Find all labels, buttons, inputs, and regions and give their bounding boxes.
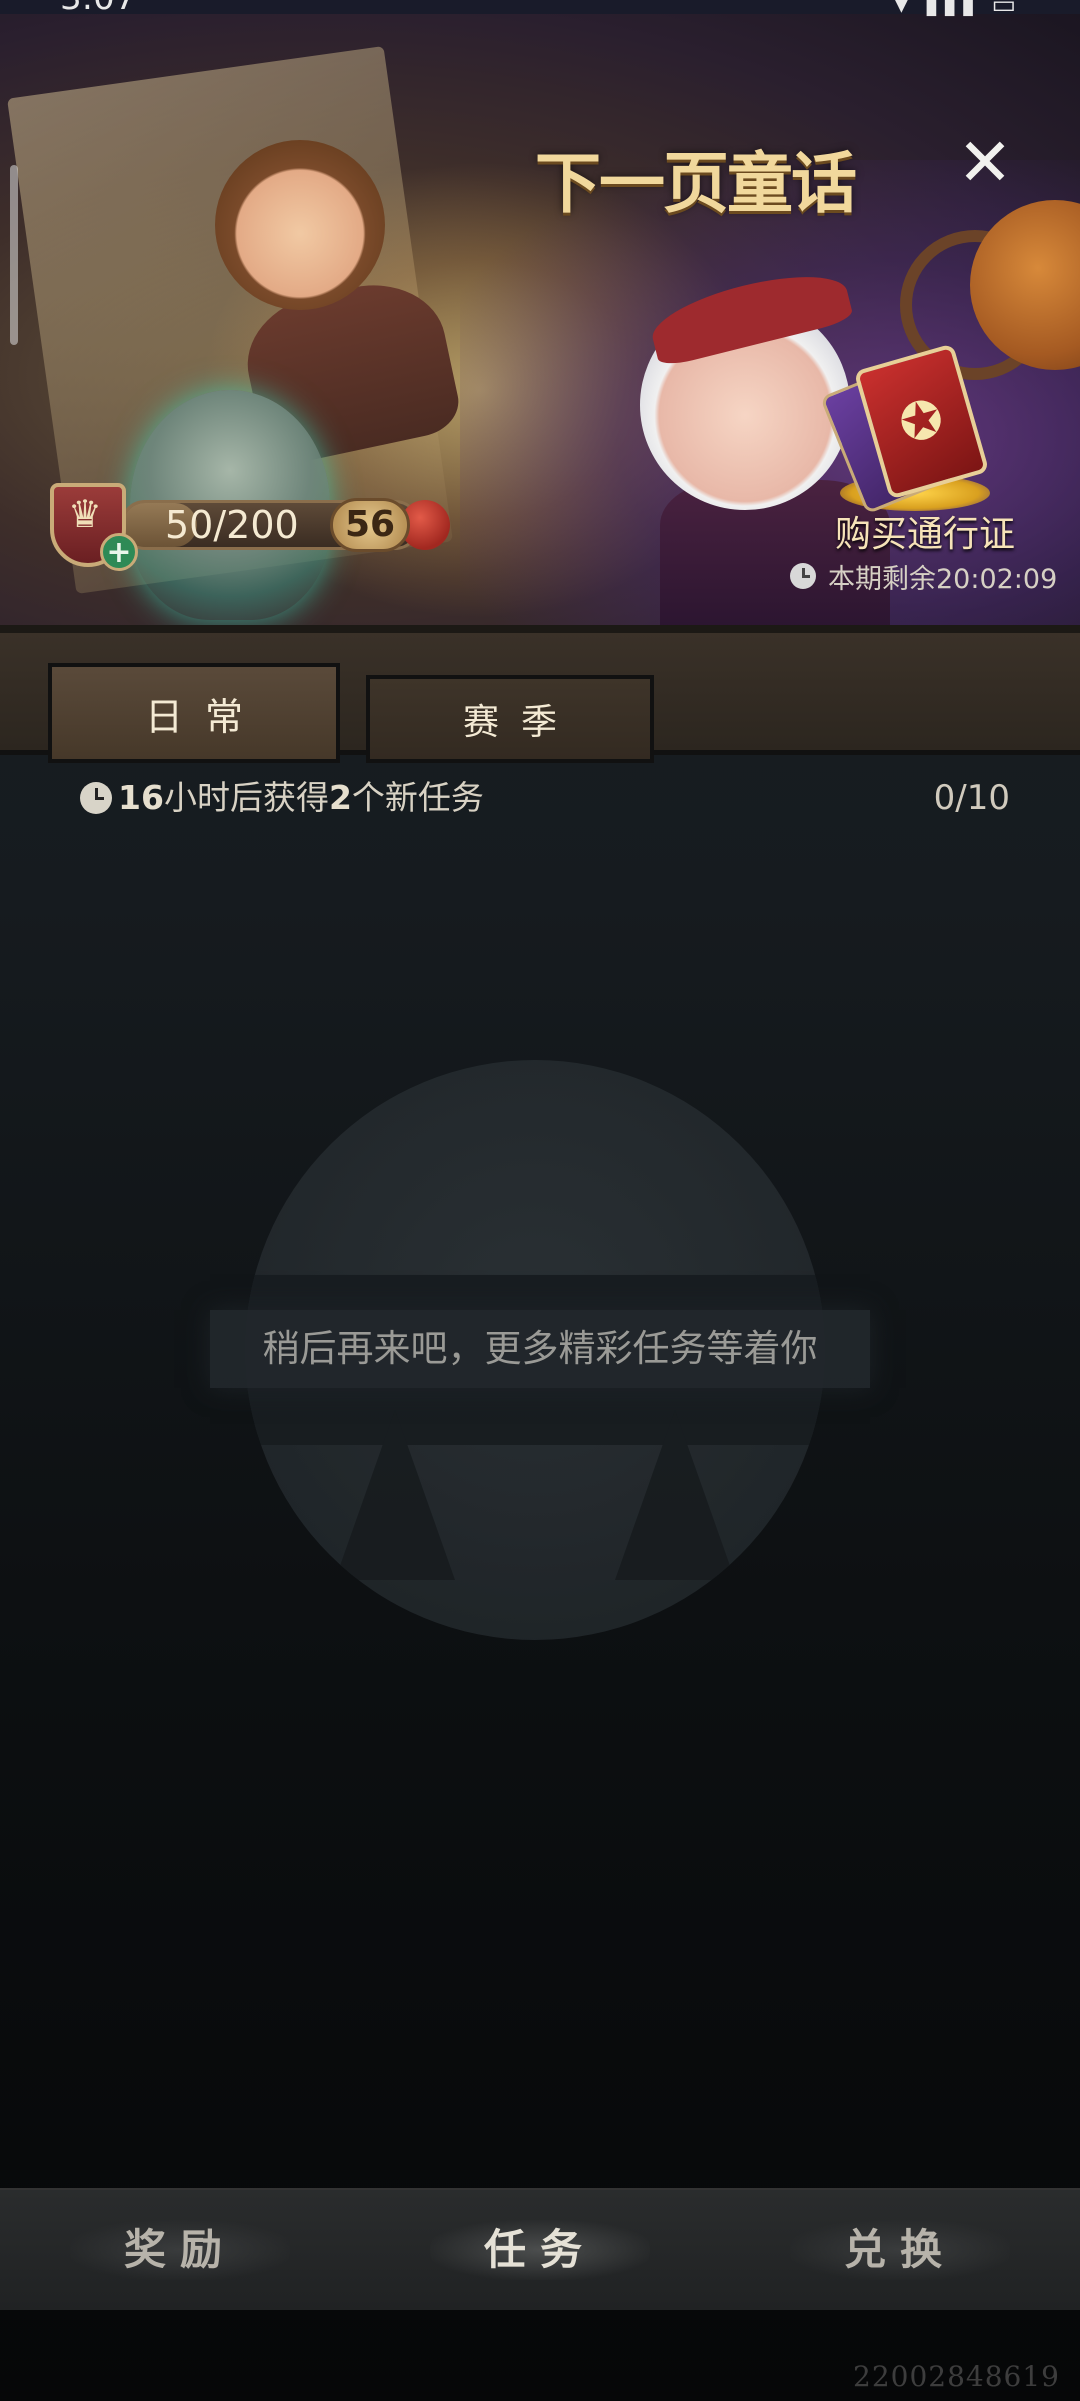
nav-tasks[interactable]: 任务 (430, 2220, 650, 2280)
empty-state-message: 稍后再来吧，更多精彩任务等着你 (210, 1310, 870, 1388)
tab-season[interactable]: 赛季 (366, 675, 654, 763)
tab-daily[interactable]: 日常 (48, 663, 340, 763)
tree-icon (615, 1410, 735, 1580)
nav-rewards[interactable]: 奖励 (70, 2220, 290, 2280)
tree-icon (335, 1410, 455, 1580)
boy-character-head (215, 140, 385, 310)
pass-countdown: 本期剩余20:02:09 (790, 558, 1058, 595)
task-refresh-message: 16小时后获得2个新任务 (118, 778, 484, 817)
nav-exchange[interactable]: 兑换 (790, 2220, 1010, 2280)
pass-countdown-text: 本期剩余20:02:09 (828, 563, 1058, 595)
watermark-id: 22002848619 (853, 2360, 1060, 2393)
status-time: 3:07 (60, 0, 136, 18)
clock-icon (790, 563, 816, 589)
close-icon: ✕ (957, 124, 1013, 201)
event-title-logo: 下一页童话 (535, 144, 857, 222)
level-progress-text: 50/200 (165, 503, 299, 547)
season-pass-screen: { "status_bar": {"time": "3:07", "signal… (0, 0, 1080, 2401)
crown-icon: ♛ (68, 492, 103, 536)
close-button[interactable]: ✕ (950, 128, 1020, 198)
task-count: 0/10 (933, 778, 1010, 818)
side-scroll-indicator (10, 165, 18, 345)
level-badge[interactable]: ♛ + (50, 483, 138, 573)
season-banner: 下一页童话 ✕ 50/200 56 ♛ + ✪ 购买通行证 本期剩余20:02:… (0, 0, 1080, 625)
task-refresh-info: 16小时后获得2个新任务 0/10 (80, 770, 1010, 820)
buy-pass-button[interactable]: 购买通行证 (810, 505, 1040, 557)
clock-icon (80, 782, 112, 814)
level-number-badge: 56 (330, 498, 410, 552)
task-tab-bar: 日常 赛季 (0, 625, 1080, 763)
add-level-icon[interactable]: + (100, 533, 138, 571)
signal-icon: ▾ ▮▮▮ ▭ (894, 0, 1020, 20)
status-bar: 3:07 ▾ ▮▮▮ ▭ (0, 0, 1080, 20)
bottom-navigation: 奖励 任务 兑换 (0, 2188, 1080, 2310)
